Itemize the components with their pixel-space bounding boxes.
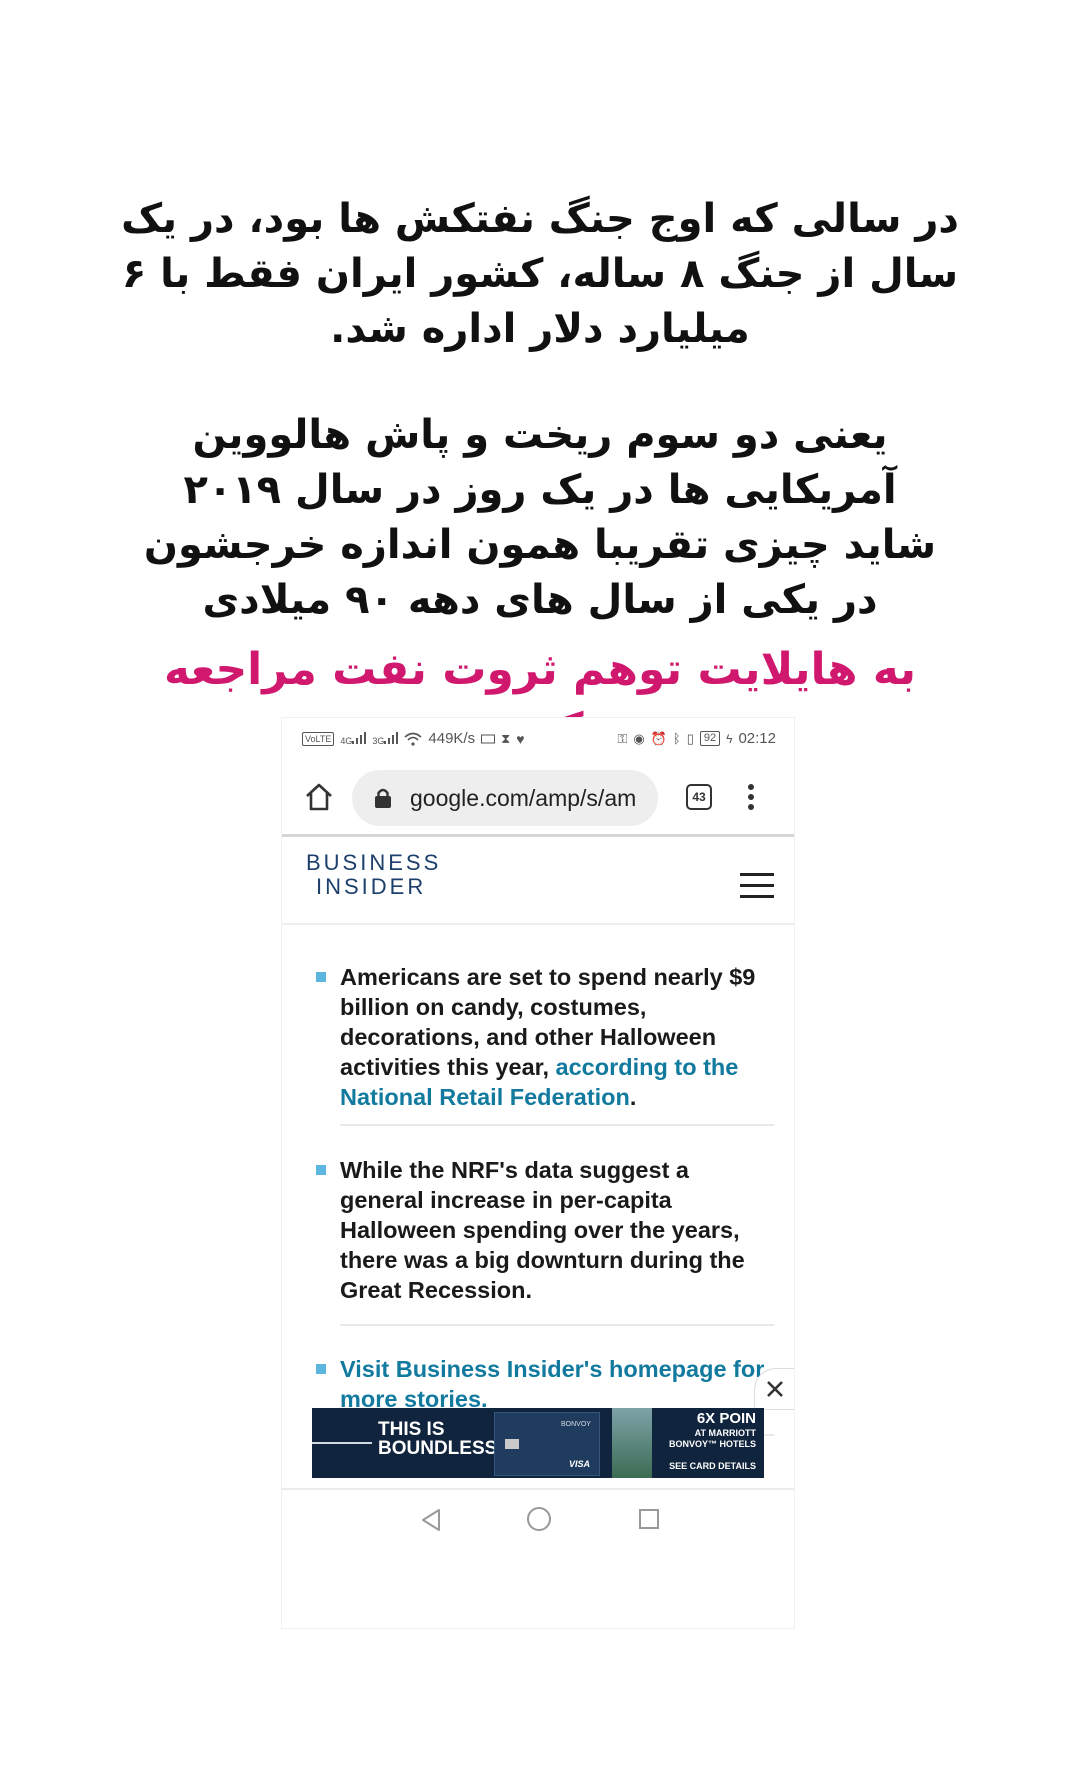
- logo-line-2: INSIDER: [316, 874, 427, 899]
- status-right: ⚿ ◉ ⏰ ᛒ ▯ 92 ϟ 02:12: [617, 730, 776, 747]
- home-circle-icon[interactable]: [526, 1506, 552, 1532]
- close-icon: [767, 1381, 783, 1397]
- homepage-link[interactable]: Visit Business Insider's homepage for mo…: [340, 1354, 774, 1414]
- caption-paragraph-1: در سالی که اوج جنگ نفتکش ها بود، در یک س…: [121, 196, 959, 352]
- signal-4g-icon: 4G: [340, 731, 367, 746]
- bullet-square-icon: [316, 972, 326, 982]
- lock-icon: [375, 788, 391, 808]
- ad-points: 6X POIN: [696, 1410, 756, 1427]
- status-left: VoLTE 4G 3G 449K/s ⧗ ♥: [302, 730, 525, 747]
- eye-icon: ◉: [633, 730, 645, 746]
- card-brand: BONVOY: [561, 1421, 591, 1428]
- address-bar[interactable]: google.com/amp/s/am: [352, 770, 658, 826]
- clock-time: 02:12: [738, 730, 776, 747]
- bullet-square-icon: [316, 1165, 326, 1175]
- vpn-key-icon: ⚿: [617, 730, 628, 746]
- bullet-text-2: While the NRF's data suggest a general i…: [340, 1157, 745, 1303]
- ad-headline: THIS IS BOUNDLESS: [378, 1419, 498, 1459]
- credit-card-image: BONVOY VISA: [494, 1412, 600, 1476]
- browser-toolbar: google.com/amp/s/am 43: [282, 762, 794, 832]
- divider: [340, 1324, 774, 1326]
- vibrate-icon: ▯: [686, 730, 694, 746]
- embedded-phone-screenshot: VoLTE 4G 3G 449K/s ⧗ ♥ ⚿ ◉ ⏰ ᛒ ▯ 92 ϟ 02…: [282, 718, 794, 1628]
- caption-paragraph-2-line-2: شاید چیزی تقریبا همون اندازه خرجشون در ی…: [143, 522, 937, 623]
- ad-subtext: AT MARRIOTT BONVOY™ HOTELS: [668, 1428, 756, 1449]
- card-chip-icon: [505, 1439, 519, 1449]
- bullet-text-1: Americans are set to spend nearly $9 bil…: [340, 964, 756, 1110]
- alarm-icon: ⏰: [650, 730, 667, 746]
- logo-line-1: BUSINESS: [306, 850, 442, 875]
- bluetooth-icon: ᛒ: [672, 731, 681, 746]
- visa-logo: VISA: [569, 1459, 591, 1469]
- home-icon[interactable]: [302, 780, 336, 814]
- charging-icon: ϟ: [726, 731, 733, 746]
- caption-paragraph-2: یعنی دو سوم ریخت و پاش هالووین آمریکایی …: [120, 408, 960, 628]
- hourglass-icon: ⧗: [501, 730, 511, 746]
- signal-3g-icon: 3G: [372, 731, 399, 746]
- ad-cta[interactable]: SEE CARD DETAILS: [669, 1461, 756, 1471]
- battery-icon: 92: [699, 731, 721, 746]
- keyboard-icon: [481, 734, 496, 743]
- ad-close-button[interactable]: [754, 1368, 794, 1410]
- back-icon[interactable]: [420, 1508, 442, 1532]
- recent-apps-icon[interactable]: [638, 1508, 660, 1530]
- android-nav-bar: [282, 1490, 794, 1550]
- divider: [340, 1124, 774, 1126]
- tab-switcher-button[interactable]: 43: [686, 784, 712, 810]
- site-header: BUSINESS INSIDER: [282, 837, 794, 925]
- wifi-icon: [404, 732, 422, 746]
- heart-icon: ♥: [516, 730, 525, 747]
- hamburger-menu-icon[interactable]: [740, 873, 774, 899]
- volte-badge: VoLTE: [302, 731, 335, 746]
- caption-paragraph-2-line-1: یعنی دو سوم ریخت و پاش هالووین آمریکایی …: [183, 412, 897, 513]
- ad-offer: 6X POIN AT MARRIOTT BONVOY™ HOTELS SEE C…: [650, 1408, 764, 1478]
- more-options-icon[interactable]: [746, 782, 756, 812]
- url-text[interactable]: google.com/amp/s/am: [410, 785, 636, 812]
- ad-line-decoration: [312, 1442, 372, 1444]
- ad-banner[interactable]: THIS IS BOUNDLESS BONVOY VISA 6X POIN AT…: [312, 1408, 764, 1478]
- net-speed: 449K/s: [428, 730, 476, 747]
- business-insider-logo[interactable]: BUSINESS INSIDER: [306, 851, 441, 899]
- status-bar: VoLTE 4G 3G 449K/s ⧗ ♥ ⚿ ◉ ⏰ ᛒ ▯ 92 ϟ 02…: [282, 718, 794, 758]
- bullet-square-icon: [316, 1364, 326, 1374]
